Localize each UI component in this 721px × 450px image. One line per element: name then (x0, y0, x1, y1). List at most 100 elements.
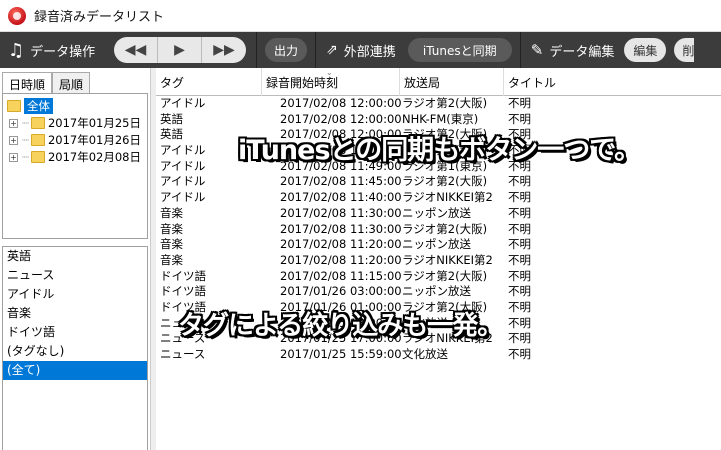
data-edit-label: データ編集 (549, 44, 615, 60)
table-row[interactable]: アイドル 2017/02/08 11:45:00 ラジオ第2(大阪) 不明 (156, 174, 721, 190)
cell-title: 不明 (508, 221, 531, 236)
share-icon: ⇗ (326, 42, 338, 58)
tab-station-order[interactable]: 局順 (52, 72, 90, 94)
cell-title: 不明 (508, 331, 531, 346)
cell-station: ニッポン放送 (402, 205, 471, 220)
tag-item-selected[interactable]: (全て) (3, 361, 147, 380)
fast-forward-icon: ▶▶ (213, 42, 235, 58)
cell-start-time: 2017/02/08 11:30:00 (280, 205, 402, 220)
cell-title: 不明 (508, 190, 531, 205)
cell-tag: ドイツ語 (160, 284, 206, 299)
tag-item[interactable]: ドイツ語 (3, 323, 147, 342)
date-tree: 全体 + ┈ 2017年01月25日 + ┈ 2017年01月26日 + ┈ 2… (2, 93, 148, 239)
cell-tag: アイドル (160, 174, 206, 189)
cell-start-time: 2017/02/08 11:30:00 (280, 221, 402, 236)
data-ops-label: データ操作 (30, 44, 96, 60)
tree-node-label: 2017年02月08日 (47, 150, 141, 164)
table-row[interactable]: 音楽 2017/02/08 11:20:00 ラジオNIKKEI第2 不明 (156, 253, 721, 269)
table-row[interactable]: アイドル 2017/02/08 11:40:00 ラジオNIKKEI第2 不明 (156, 190, 721, 206)
app-logo-icon (8, 6, 26, 25)
table-header: タグ ⌄ 録音開始時刻 放送局 タイトル (156, 68, 721, 96)
folder-icon (7, 100, 21, 112)
table-row[interactable]: ニュース 2017/01/25 15:59:00 文化放送 不明 (156, 347, 721, 363)
edit-button[interactable]: 編集 (624, 38, 667, 62)
tag-item[interactable]: (タグなし) (3, 342, 147, 361)
tab-date-order[interactable]: 日時順 (2, 72, 52, 94)
table-row[interactable]: ドイツ語 2017/01/26 03:00:00 ニッポン放送 不明 (156, 284, 721, 300)
external-link-label: 外部連携 (343, 44, 396, 60)
expand-icon[interactable]: + (9, 118, 18, 128)
tag-item[interactable]: 英語 (3, 247, 147, 266)
cell-start-time: 2017/02/08 11:20:00 (280, 237, 402, 252)
table-row[interactable]: 音楽 2017/02/08 11:30:00 ラジオ第2(大阪) 不明 (156, 222, 721, 238)
tree-root[interactable]: 全体 (7, 97, 53, 115)
transport-controls: ◀◀ ▶ ▶▶ (114, 37, 246, 63)
expand-icon[interactable]: + (9, 152, 18, 162)
toolbar-divider (519, 32, 521, 68)
cell-tag: 英語 (160, 111, 183, 126)
cell-station: ラジオNIKKEI第2 (402, 190, 493, 205)
table-row[interactable]: 音楽 2017/02/08 11:30:00 ニッポン放送 不明 (156, 206, 721, 222)
external-link-button[interactable]: ⇗ 外部連携 (326, 32, 396, 68)
rewind-icon: ◀◀ (124, 42, 147, 58)
cell-tag: アイドル (160, 190, 206, 205)
expand-icon[interactable]: + (9, 135, 18, 145)
tree-node-date[interactable]: + ┈ 2017年01月26日 (9, 131, 141, 149)
cell-tag: ニュース (160, 347, 206, 361)
cell-tag: 音楽 (160, 252, 183, 267)
cell-tag: アイドル (160, 96, 206, 110)
tree-node-label: 2017年01月25日 (47, 116, 141, 130)
tree-node-date[interactable]: + ┈ 2017年01月25日 (9, 114, 141, 132)
tag-item[interactable]: 音楽 (3, 304, 147, 323)
fast-forward-button[interactable]: ▶▶ (202, 37, 246, 63)
data-ops-section: ♫ データ操作 (0, 32, 110, 68)
tag-list: 英語 ニュース アイドル 音楽 ドイツ語 (タグなし) (全て) (2, 246, 148, 450)
cell-tag: 音楽 (160, 205, 183, 220)
column-header-station[interactable]: 放送局 (400, 68, 504, 96)
cell-station: 文化放送 (402, 347, 448, 361)
cell-station: ラジオ第2(大阪) (402, 96, 488, 110)
play-icon: ▶ (174, 42, 185, 58)
table-row[interactable]: 音楽 2017/02/08 11:20:00 ニッポン放送 不明 (156, 237, 721, 253)
sort-arrow-icon: ⌄ (326, 68, 333, 77)
music-note-icon: ♫ (8, 39, 25, 61)
cell-title: 不明 (508, 111, 531, 126)
cell-title: 不明 (508, 299, 531, 314)
left-tabs: 日時順 局順 (0, 68, 150, 94)
cell-tag: 英語 (160, 127, 183, 142)
cell-tag: 音楽 (160, 221, 183, 236)
cell-tag: 音楽 (160, 237, 183, 252)
toolbar-divider (256, 32, 257, 68)
cell-station: ラジオ第2(大阪) (402, 174, 488, 189)
cell-title: 不明 (508, 205, 531, 220)
tree-node-date[interactable]: + ┈ 2017年02月08日 (9, 148, 141, 166)
tag-item[interactable]: アイドル (3, 285, 147, 304)
tag-item[interactable]: ニュース (3, 266, 147, 285)
cell-tag: アイドル (160, 143, 206, 158)
cell-tag: ドイツ語 (160, 268, 206, 283)
column-header-title[interactable]: タイトル (504, 68, 721, 96)
folder-icon (30, 117, 45, 129)
table-row[interactable]: 英語 2017/02/08 12:00:00 NHK-FM(東京) 不明 (156, 112, 721, 128)
cell-title: 不明 (508, 252, 531, 267)
table-row[interactable]: ドイツ語 2017/02/08 11:15:00 ラジオ第2(大阪) 不明 (156, 269, 721, 285)
caption-itunes-sync: iTunesとの同期もボタン一つで。 (238, 135, 641, 166)
cell-title: 不明 (508, 96, 531, 110)
tree-connector: ┈ (22, 116, 29, 130)
play-button[interactable]: ▶ (158, 37, 202, 63)
output-button[interactable]: 出力 (265, 38, 307, 62)
cell-title: 不明 (508, 268, 531, 283)
cell-tag: アイドル (160, 158, 206, 173)
itunes-sync-button[interactable]: iTunesと同期 (407, 38, 512, 62)
column-header-start-time[interactable]: ⌄ 録音開始時刻 (262, 68, 400, 96)
rewind-button[interactable]: ◀◀ (114, 37, 158, 63)
table-row[interactable]: アイドル 2017/02/08 12:00:00 ラジオ第2(大阪) 不明 (156, 96, 721, 112)
cell-station: ラジオNIKKEI第2 (402, 252, 493, 267)
pencil-icon: ✎ (530, 41, 544, 59)
cell-title: 不明 (508, 237, 531, 252)
cell-station: ニッポン放送 (402, 237, 471, 252)
cell-start-time: 2017/02/08 12:00:00 (280, 111, 402, 126)
delete-button[interactable]: 削 (674, 38, 694, 62)
title-bar: 録音済みデータリスト (0, 0, 721, 32)
column-header-tag[interactable]: タグ (156, 68, 262, 96)
